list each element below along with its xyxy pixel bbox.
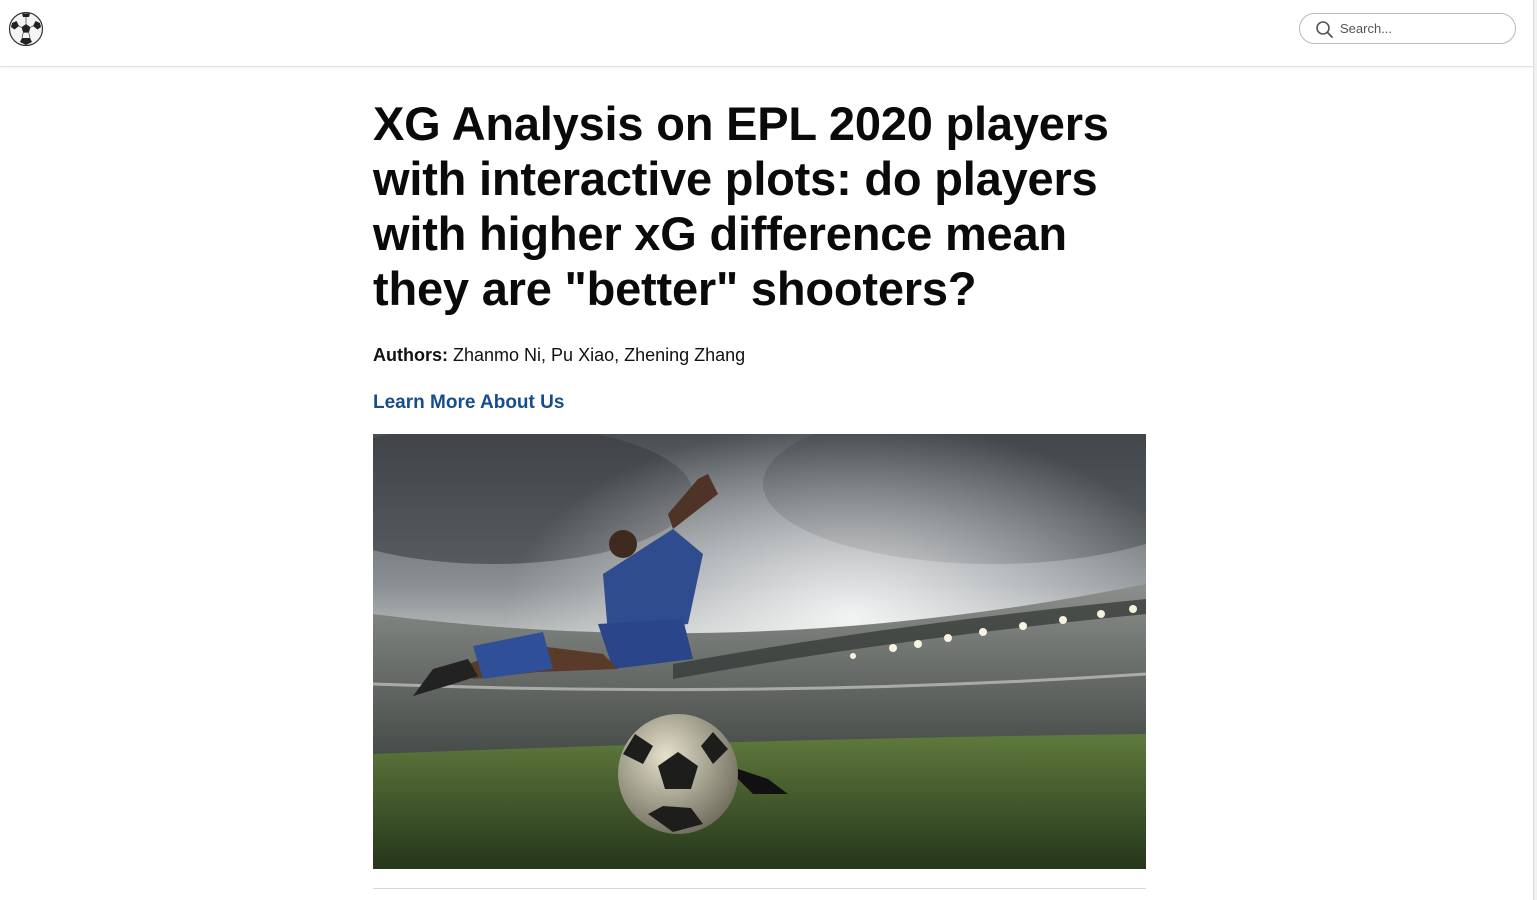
article-header: XG Analysis on EPL 2020 players with int… (373, 96, 1146, 415)
authors-label: Authors: (373, 345, 448, 365)
top-navigation-bar (0, 0, 1533, 67)
soccer-ball-icon[interactable] (8, 11, 44, 47)
page-scrollbar[interactable] (1533, 0, 1537, 900)
section-divider (373, 888, 1146, 889)
search-box[interactable] (1299, 13, 1516, 44)
search-icon (1316, 21, 1333, 38)
authors-line: Authors: Zhanmo Ni, Pu Xiao, Zhening Zha… (373, 343, 1146, 367)
page-title: XG Analysis on EPL 2020 players with int… (373, 97, 1109, 315)
hero-image (373, 434, 1146, 869)
learn-more-link[interactable]: Learn More About Us (373, 391, 564, 415)
search-input[interactable] (1340, 19, 1505, 38)
authors-names: Zhanmo Ni, Pu Xiao, Zhening Zhang (453, 345, 746, 365)
